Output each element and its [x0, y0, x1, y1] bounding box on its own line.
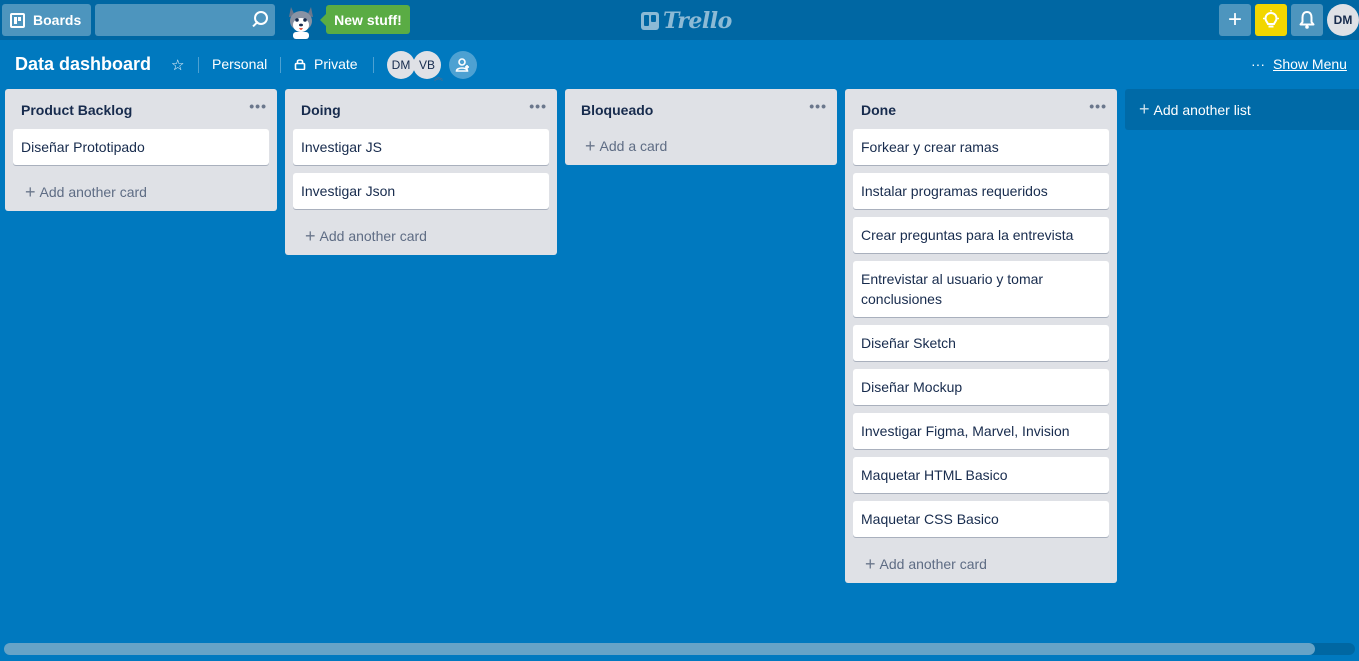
admin-chevron-icon: ︽ [433, 72, 443, 82]
bell-icon [1299, 11, 1315, 29]
card[interactable]: Investigar Figma, Marvel, Invision [853, 413, 1109, 449]
team-label: Personal [212, 56, 268, 72]
list-title[interactable]: Doing [301, 102, 341, 118]
add-card-label: Add another card [319, 228, 427, 244]
user-avatar[interactable]: DM [1327, 4, 1359, 36]
show-menu-label: Show Menu [1273, 56, 1347, 72]
trello-logo-text: Trello [663, 8, 732, 34]
list-menu-icon[interactable]: ••• [1089, 98, 1107, 114]
invite-button[interactable] [449, 51, 477, 79]
boards-button[interactable]: Boards [2, 4, 91, 36]
top-header: Boards New stuff! Trello + DM [0, 0, 1359, 40]
list-doing[interactable]: Doing ••• Investigar JS Investigar Json … [285, 89, 557, 255]
create-button[interactable]: + [1219, 4, 1251, 36]
list-bloqueado[interactable]: Bloqueado ••• + Add a card [565, 89, 837, 165]
list-done[interactable]: Done ••• Forkear y crear ramas Instalar … [845, 89, 1117, 583]
plus-icon: + [1227, 6, 1242, 33]
list-product-backlog[interactable]: Product Backlog ••• Diseñar Prototipado … [5, 89, 277, 211]
plus-icon: + [1139, 99, 1150, 119]
lightbulb-icon [1263, 10, 1279, 28]
list-header: Done ••• [845, 89, 1117, 129]
card[interactable]: Forkear y crear ramas [853, 129, 1109, 165]
plus-icon: + [305, 225, 316, 246]
list-header: Doing ••• [285, 89, 557, 129]
list-header: Bloqueado ••• [565, 89, 837, 129]
list-menu-icon[interactable]: ••• [809, 98, 827, 114]
list-title[interactable]: Product Backlog [21, 102, 132, 118]
divider [280, 57, 281, 73]
card[interactable]: Investigar JS [293, 129, 549, 165]
card[interactable]: Entrevistar al usuario y tomar conclusio… [853, 261, 1109, 317]
trello-logo-icon [641, 12, 659, 30]
board-title[interactable]: Data dashboard [15, 54, 151, 75]
more-icon: ··· [1251, 56, 1265, 72]
card[interactable]: Diseñar Prototipado [13, 129, 269, 165]
boards-label: Boards [33, 12, 82, 28]
add-card-label: Add a card [599, 138, 668, 154]
plus-icon: + [865, 553, 876, 574]
add-card-label: Add another card [39, 184, 147, 200]
tips-button[interactable] [1255, 4, 1287, 36]
add-card-button[interactable]: + Add a card [565, 127, 837, 165]
list-title[interactable]: Done [861, 102, 896, 118]
trello-logo[interactable]: Trello [641, 8, 732, 34]
card[interactable]: Instalar programas requeridos [853, 173, 1109, 209]
plus-icon: + [585, 135, 596, 156]
card[interactable]: Maquetar CSS Basico [853, 501, 1109, 537]
search-input[interactable] [95, 4, 275, 36]
team-button[interactable]: Personal [212, 56, 267, 72]
member-avatar[interactable]: VB ︽ [413, 51, 443, 82]
plus-icon: + [25, 181, 36, 202]
card[interactable]: Diseñar Mockup [853, 369, 1109, 405]
star-icon: ☆ [171, 57, 185, 74]
divider [198, 57, 199, 73]
visibility-label: Private [314, 56, 358, 72]
star-button[interactable]: ☆ [171, 56, 184, 74]
add-card-button[interactable]: + Add another card [845, 545, 1117, 583]
horizontal-scrollbar-thumb[interactable] [4, 643, 1315, 655]
lock-icon [294, 59, 306, 70]
divider [373, 57, 374, 73]
notifications-button[interactable] [1291, 4, 1323, 36]
member-initials: VB [418, 58, 435, 72]
show-menu-button[interactable]: ··· Show Menu [1251, 56, 1347, 72]
card[interactable]: Diseñar Sketch [853, 325, 1109, 361]
new-stuff-button[interactable]: New stuff! [320, 5, 410, 34]
member-avatar[interactable]: DM [387, 51, 415, 79]
list-menu-icon[interactable]: ••• [249, 98, 267, 114]
list-title[interactable]: Bloqueado [581, 102, 653, 118]
add-member-icon [455, 58, 469, 72]
list-menu-icon[interactable]: ••• [529, 98, 547, 114]
card[interactable]: Investigar Json [293, 173, 549, 209]
list-header: Product Backlog ••• [5, 89, 277, 129]
card[interactable]: Maquetar HTML Basico [853, 457, 1109, 493]
visibility-button[interactable]: Private [294, 56, 358, 72]
card[interactable]: Crear preguntas para la entrevista [853, 217, 1109, 253]
search-icon[interactable] [249, 10, 269, 30]
boards-icon [10, 12, 25, 28]
add-list-label: Add another list [1153, 101, 1251, 118]
add-list-button[interactable]: + Add another list [1125, 89, 1359, 130]
add-card-button[interactable]: + Add another card [285, 217, 557, 255]
add-card-label: Add another card [879, 556, 987, 572]
husky-mascot-icon[interactable] [283, 3, 319, 39]
add-card-button[interactable]: + Add another card [5, 173, 277, 211]
